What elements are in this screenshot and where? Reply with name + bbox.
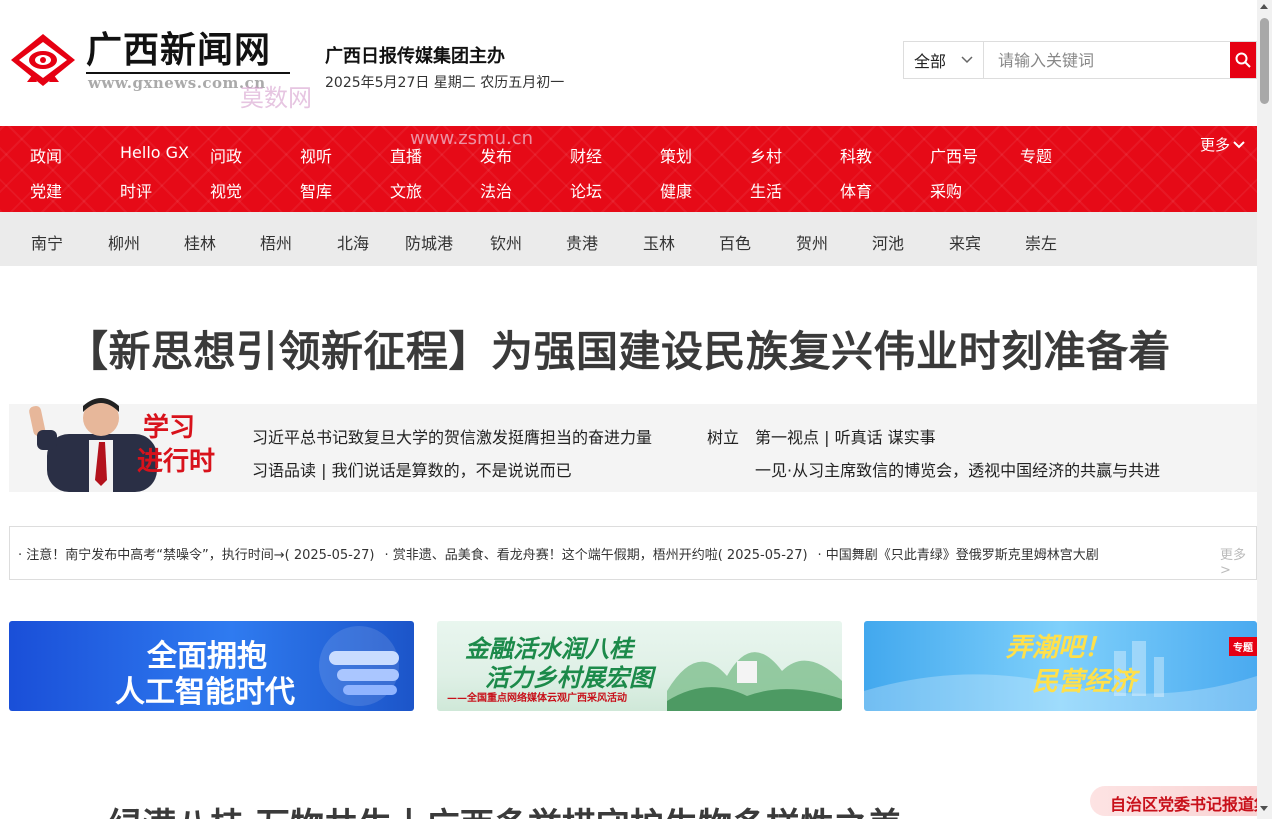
news-ticker: · 注意！南宁发布中高考“禁噪令”，执行时间→( 2025-05-27) · 赏非… (9, 526, 1257, 580)
banner-rural-finance[interactable]: 金融活水润八桂 活力乡村展宏图 ——全国重点网络媒体云观广西采风活动 (437, 621, 842, 711)
banner-rural-subtitle: ——全国重点网络媒体云观广西采风活动 (447, 693, 627, 704)
site-header: 广西新闻网 www.gxnews.com.cn 莫数网 广西日报传媒集团主办 2… (0, 0, 1257, 126)
date-line: 2025年5月27日 星期二 农历五月初一 (325, 75, 565, 91)
nav-item-r2-5[interactable]: 法治 (480, 178, 512, 202)
nav-item-r1-7[interactable]: 策划 (660, 143, 692, 167)
city-nav-item[interactable]: 来宾 (949, 230, 981, 254)
nav-item-r1-0[interactable]: 政闻 (30, 143, 62, 167)
top-headline[interactable]: 【新思想引领新征程】为强国建设民族复兴伟业时刻准备着 (66, 318, 1171, 379)
nav-item-r1-9[interactable]: 科教 (840, 143, 872, 167)
nav-item-r1-3[interactable]: 视听 (300, 143, 332, 167)
city-nav-item[interactable]: 崇左 (1025, 230, 1057, 254)
banner-rural-line2: 活力乡村展宏图 (485, 664, 653, 692)
logo-icon[interactable] (9, 32, 77, 90)
city-nav-item[interactable]: 贺州 (796, 230, 828, 254)
banner-economy-line1: 弄潮吧！ (1006, 633, 1111, 663)
nav-item-r2-0[interactable]: 党建 (30, 178, 62, 202)
ticker-item[interactable]: · 赏非遗、品美食、看龙舟赛！这个端午假期，梧州开约啦( 2025-05-27) (384, 548, 807, 563)
watermark: 莫数网 (240, 84, 312, 112)
banner-ai-line2: 人工智能时代 (115, 675, 295, 710)
nav-item-r2-9[interactable]: 体育 (840, 178, 872, 202)
study-link-4[interactable]: 习语品读 | 我们说话是算数的，不是说说而已 (252, 457, 572, 481)
search-bar: 全部 (903, 41, 1257, 79)
city-nav-item[interactable]: 贵港 (566, 230, 598, 254)
nav-item-r2-10[interactable]: 采购 (930, 178, 962, 202)
study-badge-line2: 进行时 (137, 446, 215, 477)
city-nav-item[interactable]: 百色 (719, 230, 751, 254)
robot-hand-graphic (319, 626, 399, 706)
city-nav-item[interactable]: 河池 (872, 230, 904, 254)
second-headline[interactable]: 绿满八桂 万物共生丨广西多举措守护生物多样性之美 (108, 798, 902, 819)
nav-item-r2-2[interactable]: 视觉 (210, 178, 242, 202)
banner-private-economy[interactable]: 弄潮吧！ 民营经济 专题 (864, 621, 1257, 711)
search-button[interactable] (1230, 42, 1256, 78)
watermark-url: www.zsmu.cn (410, 128, 534, 149)
nav-item-r2-1[interactable]: 时评 (120, 178, 152, 202)
banner-economy-tag: 专题 (1229, 637, 1257, 656)
chevron-down-icon (961, 56, 973, 64)
search-input[interactable] (984, 42, 1230, 78)
search-scope-select[interactable]: 全部 (904, 42, 984, 78)
city-nav-item[interactable]: 玉林 (643, 230, 675, 254)
nav-item-r1-11[interactable]: 专题 (1020, 143, 1052, 167)
logo-title[interactable]: 广西新闻网 (86, 28, 271, 72)
city-nav-item[interactable]: 桂林 (184, 230, 216, 254)
nav-item-r1-2[interactable]: 问政 (210, 143, 242, 167)
study-badge-line1: 学习 (143, 412, 195, 443)
publisher-text: 广西日报传媒集团主办 (325, 46, 505, 67)
nav-more-button[interactable]: 更多 (1200, 134, 1245, 155)
ticker-more-link[interactable]: 更多 > (1218, 527, 1256, 579)
study-badge-image[interactable]: 学习 进行时 (27, 390, 237, 492)
floating-report-badge[interactable]: 自治区党委书记报道集 (1090, 786, 1270, 816)
banner-economy-line2: 民营经济 (1032, 667, 1137, 697)
scroll-thumb[interactable] (1260, 18, 1269, 104)
chevron-down-icon (1233, 140, 1245, 148)
study-link-1[interactable]: 习近平总书记致复旦大学的贺信激发挺膺担当的奋进力量 (252, 424, 652, 448)
city-nav-item[interactable]: 柳州 (108, 230, 140, 254)
city-nav-item[interactable]: 钦州 (490, 230, 522, 254)
study-link-3[interactable]: 第一视点 | 听真话 谋实事 (755, 424, 936, 448)
scroll-up-arrow-icon[interactable] (1260, 4, 1268, 9)
nav-item-r2-7[interactable]: 健康 (660, 178, 692, 202)
study-link-2[interactable]: 树立 (707, 424, 739, 448)
nav-item-r1-10[interactable]: 广西号 (930, 143, 978, 167)
study-section: 学习 进行时 习近平总书记致复旦大学的贺信激发挺膺担当的奋进力量 树立 第一视点… (9, 398, 1257, 492)
search-icon (1235, 52, 1251, 68)
ticker-track: · 注意！南宁发布中高考“禁噪令”，执行时间→( 2025-05-27) · 赏非… (18, 544, 1109, 563)
mountain-graphic (667, 652, 842, 711)
nav-item-r2-6[interactable]: 论坛 (570, 178, 602, 202)
city-nav-item[interactable]: 防城港 (405, 230, 453, 254)
study-link-5[interactable]: 一见·从习主席致信的博览会，透视中国经济的共赢与共进 (755, 457, 1160, 481)
nav-item-r2-4[interactable]: 文旅 (390, 178, 422, 202)
nav-more-label: 更多 (1200, 136, 1231, 154)
ticker-item[interactable]: · 中国舞剧《只此青绿》登俄罗斯克里姆林宫大剧 (818, 548, 1099, 563)
city-nav-item[interactable]: 南宁 (31, 230, 63, 254)
nav-item-r1-1[interactable]: Hello GX (120, 143, 189, 162)
ticker-item[interactable]: · 注意！南宁发布中高考“禁噪令”，执行时间→( 2025-05-27) (18, 548, 374, 563)
nav-item-r1-8[interactable]: 乡村 (750, 143, 782, 167)
main-nav: 政闻 Hello GX 问政 视听 直播 发布 财经 策划 乡村 科教 广西号 专题 党建 时评 视觉 智库… (0, 126, 1257, 212)
banner-ai-era[interactable]: 全面拥抱 人工智能时代 (9, 621, 414, 711)
nav-item-r2-8[interactable]: 生活 (750, 178, 782, 202)
scroll-down-arrow-icon[interactable] (1260, 806, 1268, 811)
city-nav-item[interactable]: 北海 (337, 230, 369, 254)
nav-item-r1-6[interactable]: 财经 (570, 143, 602, 167)
search-scope-label: 全部 (914, 52, 947, 71)
nav-item-r2-3[interactable]: 智库 (300, 178, 332, 202)
page-scrollbar[interactable] (1257, 0, 1272, 819)
city-nav-item[interactable]: 梧州 (260, 230, 292, 254)
city-nav: 南宁 柳州 桂林 梧州 北海 防城港 钦州 贵港 玉林 百色 贺州 河池 来宾 崇左 (0, 212, 1257, 266)
